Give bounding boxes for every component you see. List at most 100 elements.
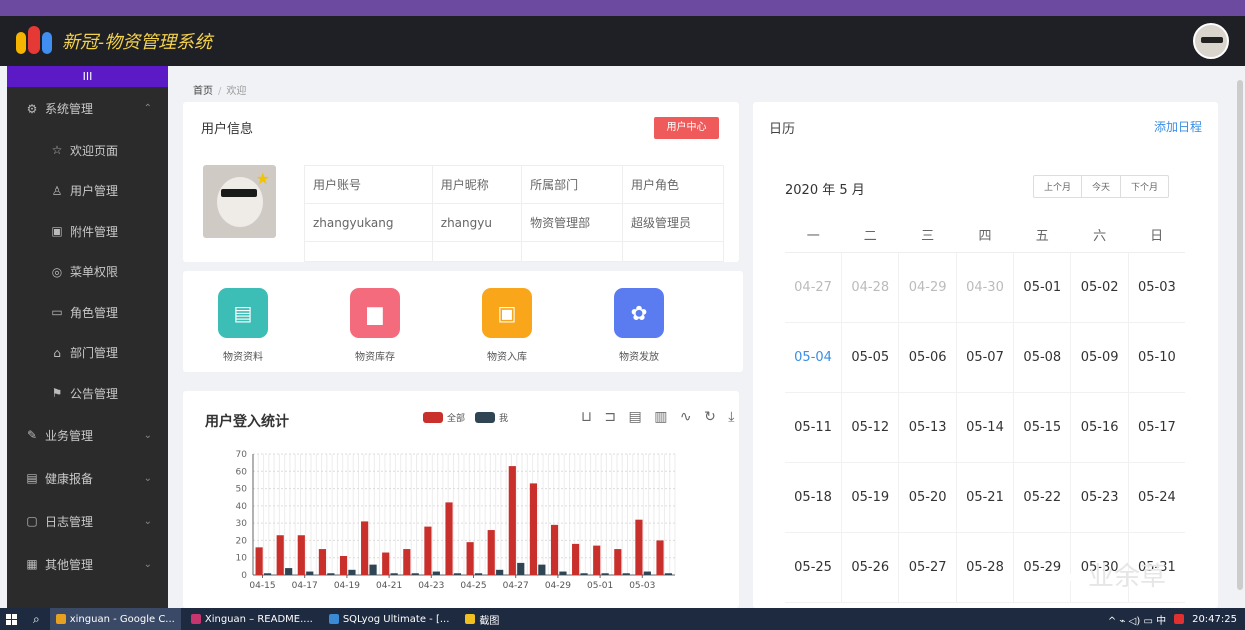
calendar-day[interactable]: 05-09 xyxy=(1070,322,1129,393)
calendar-day[interactable]: 05-12 xyxy=(841,392,900,463)
archive-icon[interactable]: ▤ xyxy=(218,288,268,338)
report-icon: ▤ xyxy=(26,471,38,485)
bar-all xyxy=(550,524,559,575)
sidebar-group[interactable]: ▦ 其他管理 ⌄ xyxy=(7,543,168,586)
user-info-table: 用户账号 用户昵称 所属部门 用户角色 zhangyukang zhangyu … xyxy=(304,165,724,262)
tray-icons[interactable]: ^ ⌁ ◁) ▭ 中 xyxy=(1108,612,1166,627)
y-tick-label: 50 xyxy=(236,485,248,495)
calendar-day[interactable]: 05-11 xyxy=(785,392,843,463)
app-title: 新冠-物资管理系统 xyxy=(62,32,213,53)
calendar-day[interactable]: 05-24 xyxy=(1128,462,1185,533)
calendar-day[interactable]: 05-01 xyxy=(1013,252,1072,323)
bar-all xyxy=(529,483,538,575)
people-icon[interactable]: ✿ xyxy=(614,288,664,338)
prev-month-button[interactable]: 上个月 xyxy=(1034,176,1083,197)
calendar-day[interactable]: 05-06 xyxy=(898,322,957,393)
calendar-day[interactable]: 05-27 xyxy=(898,532,957,603)
sidebar-item[interactable]: ▭ 角色管理 xyxy=(7,292,168,333)
sidebar-group[interactable]: ▢ 日志管理 ⌄ xyxy=(7,500,168,543)
sidebar-item[interactable]: ☆ 欢迎页面 xyxy=(7,130,168,171)
next-month-button[interactable]: 下个月 xyxy=(1121,176,1168,197)
sidebar-group[interactable]: ⚙ 系统管理 ⌃ xyxy=(7,87,168,130)
calendar-day[interactable]: 05-20 xyxy=(898,462,957,533)
user-info-title: 用户信息 xyxy=(201,122,254,137)
sidebar-group[interactable]: ✎ 业务管理 ⌄ xyxy=(7,414,168,457)
calendar-day[interactable]: 05-16 xyxy=(1070,392,1129,463)
log-icon: ▢ xyxy=(26,514,38,528)
page-scrollbar[interactable] xyxy=(1237,80,1243,590)
calendar-day[interactable]: 05-13 xyxy=(898,392,957,463)
calendar-week: 05-04 05-05 05-06 05-07 05-08 05-09 05-10 xyxy=(785,322,1185,393)
quick-link[interactable]: ✿ 物资发放 xyxy=(589,288,689,363)
sidebar-item-label: 用户管理 xyxy=(70,184,119,199)
sidebar-group-label: 健康报备 xyxy=(45,471,94,486)
calendar-day[interactable]: 05-08 xyxy=(1013,322,1072,393)
breadcrumb-home[interactable]: 首页 xyxy=(193,86,213,97)
x-tick-label: 04-15 xyxy=(249,581,275,591)
calendar-day[interactable]: 05-22 xyxy=(1013,462,1072,533)
calendar-day[interactable]: 05-04 xyxy=(785,322,843,393)
calendar-day[interactable]: 04-29 xyxy=(898,252,957,323)
bar-all xyxy=(445,502,453,575)
calendar-day[interactable]: 05-21 xyxy=(956,462,1015,533)
sidebar-item-label: 角色管理 xyxy=(70,305,119,320)
clock[interactable]: 20:47:25 xyxy=(1192,614,1237,625)
bar-all xyxy=(361,521,369,575)
chevron-icon: ⌃ xyxy=(143,103,152,114)
calendar-day[interactable]: 05-03 xyxy=(1128,252,1185,323)
user-center-button[interactable]: 用户中心 xyxy=(654,117,719,139)
calendar-day[interactable]: 05-14 xyxy=(956,392,1015,463)
taskbar-app[interactable]: xinguan - Google C... xyxy=(49,608,181,630)
calendar-day[interactable]: 05-18 xyxy=(785,462,843,533)
bar-all xyxy=(318,549,327,575)
x-tick-label: 05-01 xyxy=(587,581,613,591)
quick-link[interactable]: ▆ 物资库存 xyxy=(325,288,425,363)
start-button[interactable] xyxy=(0,608,23,630)
sidebar-item-label: 附件管理 xyxy=(70,224,119,239)
sidebar-item[interactable]: ⌂ 部门管理 xyxy=(7,333,168,374)
sidebar-item[interactable]: ♙ 用户管理 xyxy=(7,171,168,212)
sidebar-item-label: 欢迎页面 xyxy=(70,143,119,158)
watermark: ☁ 业余草 xyxy=(1060,556,1166,593)
taskbar-app[interactable]: 截图 xyxy=(459,608,505,630)
calendar-day[interactable]: 05-25 xyxy=(785,532,843,603)
sidebar-item[interactable]: ◎ 菜单权限 xyxy=(7,252,168,293)
y-tick-label: 30 xyxy=(236,519,248,529)
calendar-day[interactable]: 05-05 xyxy=(841,322,900,393)
taskbar-app-label: SQLyog Ultimate - [... xyxy=(342,613,450,625)
add-schedule-link[interactable]: 添加日程 xyxy=(1154,118,1202,135)
calendar-week: 05-18 05-19 05-20 05-21 05-22 05-23 05-24 xyxy=(785,462,1185,533)
calendar-day[interactable]: 05-17 xyxy=(1128,392,1185,463)
tray-app-icon[interactable] xyxy=(1174,614,1185,624)
briefcase-icon[interactable]: ▣ xyxy=(482,288,532,338)
calendar-month: 2020 年 5 月 xyxy=(785,183,865,198)
user-avatar[interactable] xyxy=(1193,23,1229,59)
sidebar-item[interactable]: ▣ 附件管理 xyxy=(7,211,168,252)
calendar-day[interactable]: 05-19 xyxy=(841,462,900,533)
chevron-icon: ⌄ xyxy=(143,472,152,484)
taskbar-app[interactable]: SQLyog Ultimate - [... xyxy=(323,608,456,630)
calendar-day[interactable]: 05-26 xyxy=(841,532,900,603)
calendar-day[interactable]: 05-02 xyxy=(1070,252,1129,323)
calendar-day[interactable]: 05-15 xyxy=(1013,392,1072,463)
table-cell: zhangyu xyxy=(431,203,523,242)
calendar-day[interactable]: 05-23 xyxy=(1070,462,1129,533)
taskbar-app[interactable]: Xinguan – README.... xyxy=(185,608,319,630)
sidebar-item[interactable]: ⚑ 公告管理 xyxy=(7,373,168,414)
user-icon: ♙ xyxy=(51,183,63,198)
calendar-day[interactable]: 04-30 xyxy=(956,252,1015,323)
folder-icon[interactable]: ▆ xyxy=(350,288,400,338)
weekday-row: 一二三四五六日 xyxy=(785,217,1185,253)
calendar-day[interactable]: 04-27 xyxy=(785,252,843,323)
calendar-day[interactable]: 04-28 xyxy=(841,252,900,323)
calendar-day[interactable]: 05-07 xyxy=(956,322,1015,393)
quick-link[interactable]: ▤ 物资资料 xyxy=(193,288,293,363)
today-button[interactable]: 今天 xyxy=(1082,176,1122,197)
calendar-day[interactable]: 05-28 xyxy=(956,532,1015,603)
taskbar: ⌕ xinguan - Google C... Xinguan – README.… xyxy=(0,608,1245,630)
search-button[interactable]: ⌕ xyxy=(27,608,46,630)
sidebar-toggle[interactable]: III xyxy=(7,66,168,87)
quick-link[interactable]: ▣ 物资入库 xyxy=(457,288,557,363)
calendar-day[interactable]: 05-10 xyxy=(1128,322,1185,393)
sidebar-group[interactable]: ▤ 健康报备 ⌄ xyxy=(7,457,168,500)
